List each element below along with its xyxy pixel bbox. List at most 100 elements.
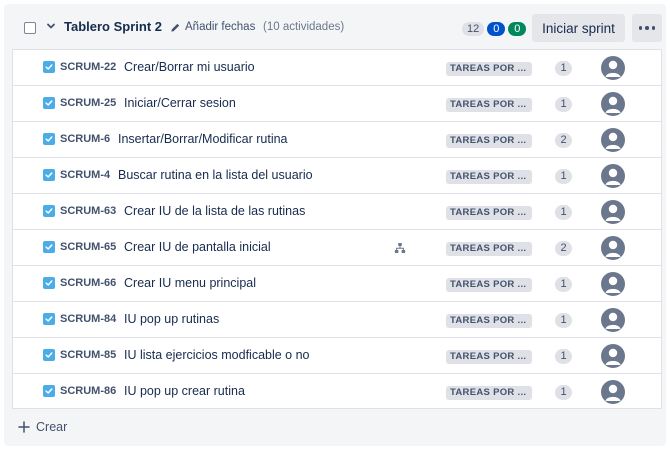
assignee-avatar[interactable]: [601, 56, 625, 80]
add-dates-label: Añadir fechas: [185, 21, 256, 33]
issue-key[interactable]: SCRUM-65: [60, 241, 116, 253]
assignee-avatar[interactable]: [601, 92, 625, 116]
user-icon: [605, 384, 621, 401]
create-issue-label: Crear: [36, 420, 68, 434]
task-type-icon: [43, 385, 55, 397]
issue-summary[interactable]: IU pop up crear rutina: [124, 384, 245, 398]
issue-row[interactable]: SCRUM-6 Insertar/Borrar/Modificar rutina…: [13, 122, 661, 158]
pencil-icon: [171, 23, 180, 32]
status-lozenge[interactable]: TAREAS POR ...: [446, 98, 532, 112]
activity-count: (10 actividades): [263, 21, 345, 33]
status-lozenge[interactable]: TAREAS POR ...: [446, 170, 532, 184]
task-type-icon: [43, 313, 55, 325]
issue-key[interactable]: SCRUM-84: [60, 313, 116, 325]
issue-summary[interactable]: Crear IU de pantalla inicial: [124, 240, 271, 254]
user-icon: [605, 60, 621, 77]
task-type-icon: [43, 241, 55, 253]
more-horizontal-icon[interactable]: [632, 14, 662, 42]
assignee-avatar[interactable]: [601, 236, 625, 260]
issue-key[interactable]: SCRUM-25: [60, 97, 116, 109]
task-type-icon: [43, 277, 55, 289]
issue-row[interactable]: SCRUM-66 Crear IU menu principal TAREAS …: [13, 266, 661, 302]
status-lozenge[interactable]: TAREAS POR ...: [446, 134, 532, 148]
assignee-avatar[interactable]: [601, 380, 625, 404]
story-points-badge: 1: [555, 313, 572, 328]
issue-row[interactable]: SCRUM-86 IU pop up crear rutina TAREAS P…: [13, 374, 661, 410]
user-icon: [605, 132, 621, 149]
issue-key[interactable]: SCRUM-66: [60, 277, 116, 289]
story-points-badge: 2: [555, 133, 572, 148]
done-count-badge: 0: [508, 22, 527, 36]
todo-count-badge: 12: [462, 22, 485, 36]
status-lozenge[interactable]: TAREAS POR ...: [446, 62, 532, 76]
task-type-icon: [43, 169, 55, 181]
assignee-avatar[interactable]: [601, 128, 625, 152]
issue-key[interactable]: SCRUM-86: [60, 385, 116, 397]
task-type-icon: [43, 97, 55, 109]
issue-row[interactable]: SCRUM-65 Crear IU de pantalla inicial TA…: [13, 230, 661, 266]
issue-key[interactable]: SCRUM-4: [60, 169, 110, 181]
assignee-avatar[interactable]: [601, 272, 625, 296]
issue-row[interactable]: SCRUM-63 Crear IU de la lista de las rut…: [13, 194, 661, 230]
status-lozenge[interactable]: TAREAS POR ...: [446, 314, 532, 328]
user-icon: [605, 96, 621, 113]
start-sprint-button[interactable]: Iniciar sprint: [532, 14, 625, 42]
task-type-icon: [43, 349, 55, 361]
issue-summary[interactable]: IU lista ejercicios modficable o no: [124, 348, 310, 362]
story-points-badge: 1: [555, 349, 572, 364]
create-issue-button[interactable]: Crear: [18, 420, 67, 434]
issue-row[interactable]: SCRUM-22 Crear/Borrar mi usuario TAREAS …: [13, 50, 661, 86]
in-progress-count-badge: 0: [487, 22, 506, 36]
issue-list: SCRUM-22 Crear/Borrar mi usuario TAREAS …: [12, 49, 662, 409]
story-points-badge: 1: [555, 61, 572, 76]
sprint-header: Tablero Sprint 2 Añadir fechas (10 activ…: [4, 4, 666, 50]
issue-row[interactable]: SCRUM-25 Iniciar/Cerrar sesion TAREAS PO…: [13, 86, 661, 122]
issue-row[interactable]: SCRUM-85 IU lista ejercicios modficable …: [13, 338, 661, 374]
issue-row[interactable]: SCRUM-4 Buscar rutina en la lista del us…: [13, 158, 661, 194]
issue-summary[interactable]: Insertar/Borrar/Modificar rutina: [118, 132, 288, 146]
plus-icon: [18, 421, 30, 433]
issue-summary[interactable]: Crear IU menu principal: [124, 276, 256, 290]
assignee-avatar[interactable]: [601, 164, 625, 188]
issue-key[interactable]: SCRUM-85: [60, 349, 116, 361]
story-points-badge: 1: [555, 385, 572, 400]
add-dates-button[interactable]: Añadir fechas: [170, 21, 255, 33]
issue-summary[interactable]: Buscar rutina en la lista del usuario: [118, 168, 313, 182]
issue-summary[interactable]: Crear IU de la lista de las rutinas: [124, 204, 305, 218]
issue-summary[interactable]: Iniciar/Cerrar sesion: [124, 96, 236, 110]
user-icon: [605, 276, 621, 293]
user-icon: [605, 348, 621, 365]
status-lozenge[interactable]: TAREAS POR ...: [446, 386, 532, 400]
assignee-avatar[interactable]: [601, 344, 625, 368]
story-points-badge: 2: [555, 241, 572, 256]
user-icon: [605, 312, 621, 329]
user-icon: [605, 204, 621, 221]
assignee-avatar[interactable]: [601, 200, 625, 224]
task-type-icon: [43, 61, 55, 73]
issue-summary[interactable]: Crear/Borrar mi usuario: [124, 60, 255, 74]
chevron-down-icon[interactable]: [44, 19, 58, 33]
child-issues-icon: [393, 241, 407, 255]
assignee-avatar[interactable]: [601, 308, 625, 332]
issue-key[interactable]: SCRUM-22: [60, 61, 116, 73]
story-points-badge: 1: [555, 205, 572, 220]
task-type-icon: [43, 205, 55, 217]
issue-key[interactable]: SCRUM-6: [60, 133, 110, 145]
status-lozenge[interactable]: TAREAS POR ...: [446, 278, 532, 292]
story-points-badge: 1: [555, 277, 572, 292]
user-icon: [605, 168, 621, 185]
user-icon: [605, 240, 621, 257]
issue-status-counts: 12 0 0: [462, 22, 527, 36]
task-type-icon: [43, 133, 55, 145]
status-lozenge[interactable]: TAREAS POR ...: [446, 206, 532, 220]
sprint-panel: Tablero Sprint 2 Añadir fechas (10 activ…: [4, 4, 666, 446]
story-points-badge: 1: [555, 97, 572, 112]
sprint-select-checkbox[interactable]: [24, 22, 36, 34]
sprint-title: Tablero Sprint 2: [64, 19, 162, 34]
status-lozenge[interactable]: TAREAS POR ...: [446, 350, 532, 364]
issue-summary[interactable]: IU pop up rutinas: [124, 312, 219, 326]
status-lozenge[interactable]: TAREAS POR ...: [446, 242, 532, 256]
issue-row[interactable]: SCRUM-84 IU pop up rutinas TAREAS POR ..…: [13, 302, 661, 338]
story-points-badge: 1: [555, 169, 572, 184]
issue-key[interactable]: SCRUM-63: [60, 205, 116, 217]
